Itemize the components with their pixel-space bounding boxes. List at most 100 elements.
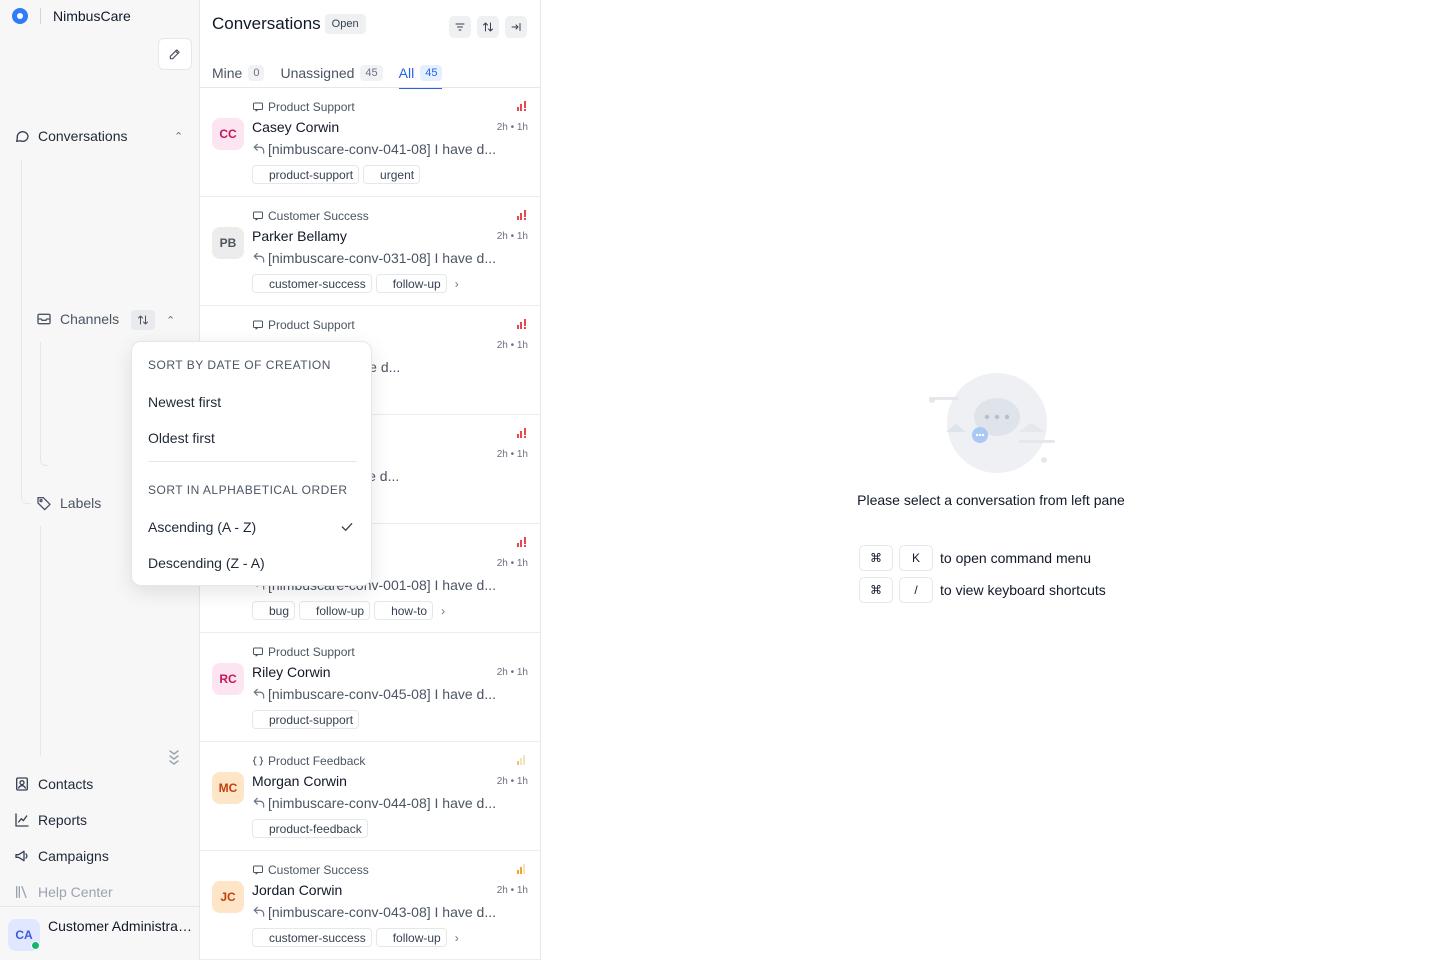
empty-state-illustration <box>929 373 1055 473</box>
nav-conversations[interactable]: Conversations <box>14 128 128 144</box>
avatar: JC <box>212 881 244 913</box>
conversation-card[interactable]: PB Customer Success Parker Bellamy 2h • 1h [… <box>200 197 540 306</box>
inbox-name-text: Product Feedback <box>268 754 366 768</box>
conversation-card[interactable]: MC Product Feedback Morgan Corwin 2h • 1h [n… <box>200 742 540 851</box>
nav-help-center[interactable]: Help Center <box>14 884 113 900</box>
tab-unassigned[interactable]: Unassigned 45 <box>280 58 383 88</box>
tab-unassigned-label: Unassigned <box>280 65 355 81</box>
compose-button[interactable] <box>158 38 192 70</box>
tab-all[interactable]: All 45 <box>398 58 443 89</box>
nav-contacts[interactable]: Contacts <box>14 776 93 792</box>
nav-reports[interactable]: Reports <box>14 812 87 828</box>
inbox-name-text: Customer Success <box>268 209 369 223</box>
chat-bubble-icon <box>16 131 29 142</box>
status-filter-chip[interactable]: Open <box>324 14 366 34</box>
nav-help-center-label: Help Center <box>38 884 113 900</box>
sort-dropdown-menu: SORT BY DATE OF CREATION Newest first Ol… <box>131 341 372 586</box>
menu-divider <box>148 461 357 462</box>
inbox-name-text: Customer Success <box>268 863 369 877</box>
reply-arrow-icon <box>253 252 265 263</box>
collapse-panel-button[interactable] <box>505 16 527 38</box>
app-root: NimbusCare Conversations ⌃ Channels ⌃ La… <box>0 0 1440 960</box>
campaigns-icon <box>15 850 28 862</box>
nav-channels-label: Channels <box>60 311 120 327</box>
labels-tree-connector <box>21 496 31 504</box>
inbox-icon <box>37 313 51 325</box>
chat-widget-icon <box>253 211 263 221</box>
filter-icon <box>455 23 465 31</box>
sort-ascending-option[interactable]: Ascending (A - Z) <box>148 519 356 535</box>
conversation-card[interactable]: CC Product Support Casey Corwin 2h • 1h [nim… <box>200 88 540 197</box>
collapse-channels-chevron-icon[interactable]: ⌃ <box>166 314 175 327</box>
reply-arrow-icon <box>253 797 265 808</box>
filter-button[interactable] <box>449 16 471 38</box>
chevron-right-icon[interactable]: › <box>455 277 459 291</box>
label-chip: customer-success <box>252 274 372 293</box>
chevron-right-icon[interactable]: › <box>455 931 459 945</box>
conversation-time: 2h • 1h <box>496 340 528 351</box>
nav-channels[interactable]: Channels <box>36 311 119 327</box>
label-chip: follow-up <box>299 601 371 620</box>
chevron-right-icon[interactable]: › <box>441 604 445 618</box>
avatar: RC <box>212 663 244 695</box>
label-chip: follow-up <box>375 274 447 293</box>
avatar: PB <box>212 227 244 259</box>
conversation-time: 2h • 1h <box>496 667 528 678</box>
conversation-card[interactable]: JC Customer Success Jordan Corwin 2h • 1h [n… <box>200 851 540 960</box>
label-chip: product-support <box>252 710 360 729</box>
page-title: Conversations <box>212 14 321 33</box>
reply-arrow-icon <box>253 906 265 917</box>
priority-urgent-icon <box>517 319 526 329</box>
inbox-name: Product Support <box>252 645 355 659</box>
inbox-name: Product Support <box>252 318 355 332</box>
conversation-card[interactable]: RC Product Support Riley Corwin 2h • 1h [nim… <box>200 633 540 742</box>
contact-name: Jordan Corwin <box>252 882 343 898</box>
conversation-labels: bug follow-up how-to › <box>252 601 445 620</box>
tab-all-count: 45 <box>420 65 443 81</box>
sort-group-date-heading: SORT BY DATE OF CREATION <box>148 358 331 372</box>
brand: NimbusCare <box>12 8 131 24</box>
tab-all-label: All <box>398 65 415 81</box>
expand-more-chevron-icon[interactable] <box>167 748 181 771</box>
conversation-time: 2h • 1h <box>496 231 528 242</box>
priority-medium-icon <box>517 864 525 874</box>
sort-arrows-icon <box>483 22 493 32</box>
avatar: MC <box>212 772 244 804</box>
tab-mine[interactable]: Mine 0 <box>212 58 265 88</box>
collapse-conversations-chevron-icon[interactable]: ⌃ <box>174 130 183 143</box>
priority-urgent-icon <box>517 101 526 111</box>
label-chip: follow-up <box>375 928 447 947</box>
tab-mine-count: 0 <box>248 65 265 81</box>
label-chip: urgent <box>363 165 421 184</box>
kbd-command-key: ⌘ <box>859 577 893 603</box>
sort-descending-option[interactable]: Descending (Z - A) <box>148 555 356 571</box>
nav-labels-label: Labels <box>60 495 102 511</box>
label-chip: product-support <box>252 165 360 184</box>
arrow-to-right-icon <box>511 23 521 31</box>
online-status-dot <box>31 941 40 950</box>
conversation-time: 2h • 1h <box>496 885 528 896</box>
shortcut-command-menu-text: to open command menu <box>940 550 1091 566</box>
conversation-labels: product-feedback <box>252 819 372 838</box>
last-message-preview: [nimbuscare-conv-031-08] I have d... <box>252 250 524 266</box>
nav-labels[interactable]: Labels <box>36 495 101 511</box>
last-message-text: [nimbuscare-conv-041-08] I have d... <box>268 141 497 157</box>
last-message-preview: [nimbuscare-conv-041-08] I have d... <box>252 141 524 157</box>
avatar: CC <box>212 118 244 150</box>
sort-button[interactable] <box>477 16 499 38</box>
last-message-text: [nimbuscare-conv-031-08] I have d... <box>268 250 497 266</box>
last-message-text: [nimbuscare-conv-045-08] I have d... <box>268 686 497 702</box>
kbd-command-key: ⌘ <box>859 545 893 571</box>
channels-sort-button[interactable] <box>131 310 155 330</box>
api-icon <box>252 756 264 766</box>
conversation-labels: product-support <box>252 710 363 729</box>
sort-oldest-first-option[interactable]: Oldest first <box>148 430 356 446</box>
chat-widget-icon <box>253 320 263 330</box>
user-menu[interactable]: CA Customer Administrator <box>0 906 199 960</box>
contact-name: Casey Corwin <box>252 119 340 135</box>
label-chip: product-feedback <box>252 819 368 838</box>
inbox-name-text: Product Support <box>268 100 355 114</box>
sort-newest-first-option[interactable]: Newest first <box>148 394 356 410</box>
nav-campaigns[interactable]: Campaigns <box>14 848 109 864</box>
conversation-time: 2h • 1h <box>496 558 528 569</box>
